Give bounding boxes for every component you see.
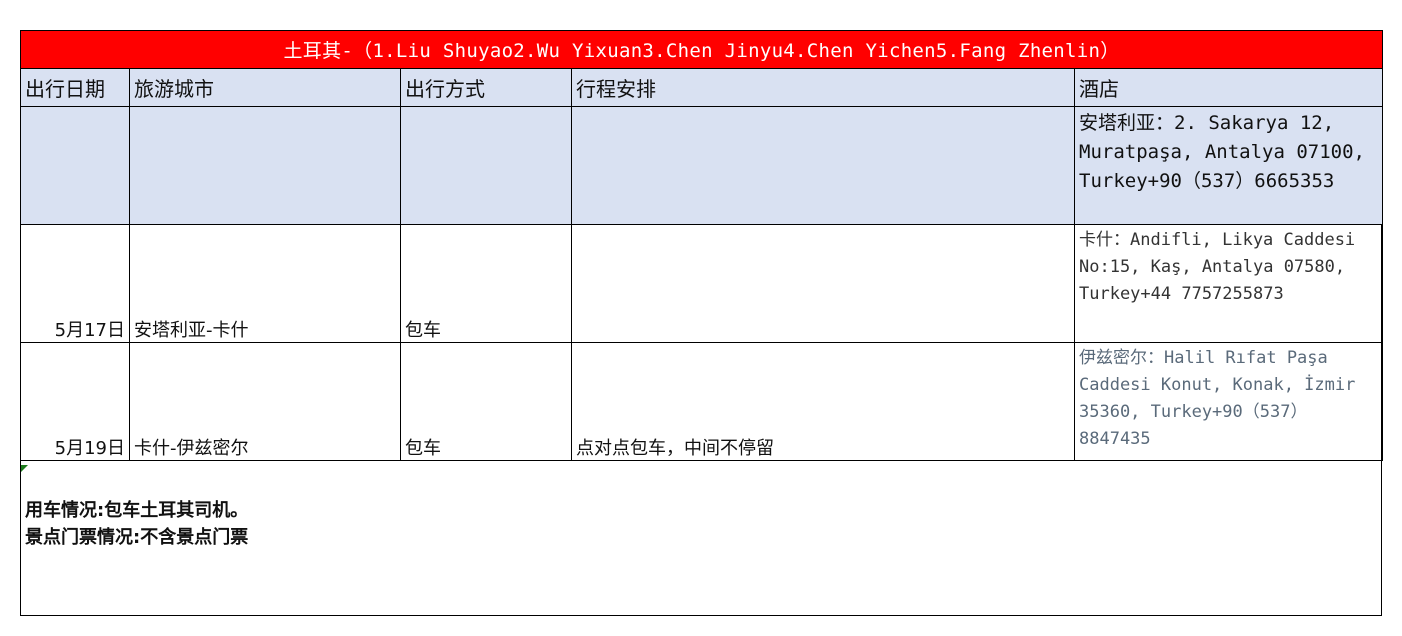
transport-cell[interactable]: 包车 [400, 224, 572, 343]
city-cell[interactable] [129, 106, 401, 225]
table-row: 安塔利亚：2. Sakarya 12, Muratpaşa, Antalya 0… [20, 106, 1384, 225]
schedule-cell[interactable] [571, 224, 1075, 343]
city-cell[interactable]: 卡什-伊兹密尔 [129, 342, 401, 461]
sheet-title[interactable]: 土耳其-（1.Liu Shuyao2.Wu Yixuan3.Chen Jinyu… [19, 30, 1384, 69]
header-schedule[interactable]: 行程安排 [571, 68, 1075, 107]
hotel-cell[interactable]: 卡什：Andifli, Likya Caddesi No:15, Kaş, An… [1073, 224, 1384, 343]
header-date[interactable]: 出行日期 [20, 68, 130, 107]
hotel-cell[interactable]: 安塔利亚：2. Sakarya 12, Muratpaşa, Antalya 0… [1073, 106, 1384, 225]
hotel-cell[interactable]: 伊兹密尔：Halil Rıfat Paşa Caddesi Konut, Kon… [1073, 342, 1384, 461]
cell-comment-marker [21, 465, 28, 472]
date-cell[interactable] [20, 106, 130, 225]
transport-cell[interactable]: 包车 [400, 342, 572, 461]
vehicle-note: 用车情况:包车土耳其司机。 [25, 500, 249, 521]
transport-cell[interactable] [400, 106, 572, 225]
date-cell[interactable]: 5月17日 [20, 224, 130, 343]
notes-cell[interactable]: 用车情况:包车土耳其司机。 景点门票情况:不含景点门票 [25, 497, 248, 551]
city-cell[interactable]: 安塔利亚-卡什 [129, 224, 401, 343]
schedule-cell[interactable] [571, 106, 1075, 225]
table-row: 5月19日 卡什-伊兹密尔 包车 点对点包车，中间不停留 伊兹密尔：Halil … [20, 342, 1384, 461]
header-transport[interactable]: 出行方式 [400, 68, 572, 107]
title-row: 土耳其-（1.Liu Shuyao2.Wu Yixuan3.Chen Jinyu… [19, 30, 1384, 69]
spreadsheet: 土耳其-（1.Liu Shuyao2.Wu Yixuan3.Chen Jinyu… [19, 30, 1384, 616]
header-hotel[interactable]: 酒店 [1073, 68, 1384, 107]
date-cell[interactable]: 5月19日 [20, 342, 130, 461]
tickets-note: 景点门票情况:不含景点门票 [25, 527, 249, 548]
header-row: 出行日期 旅游城市 出行方式 行程安排 酒店 [20, 68, 1384, 107]
schedule-cell[interactable]: 点对点包车，中间不停留 [571, 342, 1075, 461]
header-city[interactable]: 旅游城市 [129, 68, 401, 107]
itinerary-table: 土耳其-（1.Liu Shuyao2.Wu Yixuan3.Chen Jinyu… [19, 30, 1384, 461]
table-row: 5月17日 安塔利亚-卡什 包车 卡什：Andifli, Likya Cadde… [20, 224, 1384, 343]
